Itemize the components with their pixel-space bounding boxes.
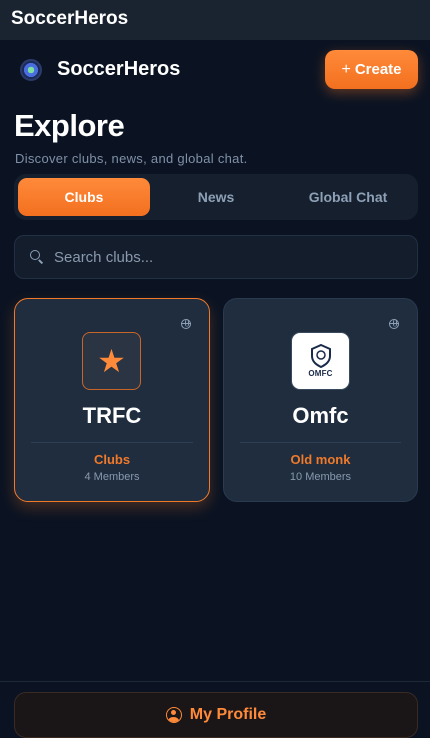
crest-text: OMFC bbox=[308, 369, 333, 378]
card-divider bbox=[240, 442, 401, 443]
create-button[interactable]: + Create bbox=[325, 50, 418, 89]
club-name: Omfc bbox=[292, 403, 349, 428]
app-header: SoccerHeros + Create bbox=[0, 40, 430, 100]
globe-icon bbox=[181, 319, 191, 329]
search-bar bbox=[14, 235, 418, 279]
my-profile-label: My Profile bbox=[189, 706, 267, 723]
page-title: Explore bbox=[14, 108, 125, 143]
search-input[interactable] bbox=[54, 248, 394, 266]
shield-icon bbox=[310, 344, 331, 368]
star-icon: ★ bbox=[82, 332, 141, 390]
club-type: Clubs bbox=[93, 452, 131, 467]
club-name: TRFC bbox=[82, 403, 142, 428]
tab-clubs[interactable]: Clubs bbox=[18, 178, 150, 216]
globe-icon bbox=[389, 319, 399, 329]
club-members: 4 Members bbox=[84, 471, 140, 483]
app-root: SoccerHeros + Create Explore Discover cl… bbox=[0, 40, 430, 738]
search-icon bbox=[30, 250, 44, 264]
brand-name: SoccerHeros bbox=[57, 58, 181, 80]
plus-icon: + bbox=[341, 60, 351, 78]
club-crest-image: OMFC bbox=[291, 332, 350, 390]
tab-news[interactable]: News bbox=[150, 178, 282, 216]
bottom-bar: My Profile bbox=[0, 681, 430, 738]
card-divider bbox=[31, 442, 193, 443]
window-title: SoccerHeros bbox=[0, 0, 430, 40]
tab-global-chat[interactable]: Global Chat bbox=[282, 178, 414, 216]
page-subtitle: Discover clubs, news, and global chat. bbox=[15, 151, 248, 166]
my-profile-button[interactable]: My Profile bbox=[14, 692, 418, 738]
app-logo-icon bbox=[20, 59, 42, 81]
user-icon bbox=[165, 707, 182, 723]
club-members: 10 Members bbox=[289, 471, 352, 483]
tab-bar: Clubs News Global Chat bbox=[14, 174, 418, 220]
create-button-label: Create bbox=[354, 61, 402, 78]
club-card-omfc[interactable]: OMFC Omfc Old monk 10 Members bbox=[223, 298, 418, 502]
club-type: Old monk bbox=[290, 452, 351, 467]
club-card-trfc[interactable]: ★ TRFC Clubs 4 Members bbox=[14, 298, 210, 502]
